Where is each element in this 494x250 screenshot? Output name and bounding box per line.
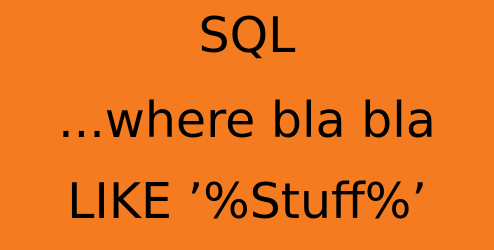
slide: SQL ...where bla bla LIKE ’%Stuff%’ — [0, 0, 494, 250]
slide-text-line-where: ...where bla bla — [58, 92, 436, 149]
slide-title: SQL — [198, 7, 296, 64]
slide-text-line-like: LIKE ’%Stuff%’ — [67, 173, 427, 230]
